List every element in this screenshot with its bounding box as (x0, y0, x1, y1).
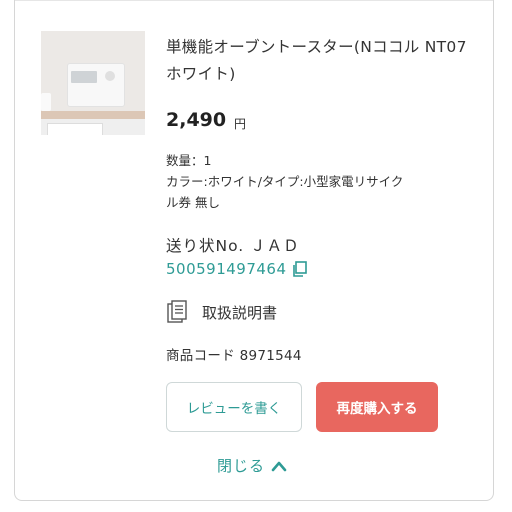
product-details: 数量：1 カラー:ホワイト/タイプ:小型家電リサイク ル券 無し (166, 150, 486, 213)
tracking-row: 500591497464 (166, 260, 309, 278)
manual-link[interactable]: 取扱説明書 (166, 300, 277, 324)
document-icon (167, 300, 187, 323)
close-label: 閉じる (217, 457, 266, 475)
product-image[interactable] (41, 31, 145, 135)
option-line-continued: ル券 無し (166, 195, 220, 210)
write-review-button[interactable]: レビューを書く (166, 382, 302, 432)
tracking-number-link[interactable]: 500591497464 (166, 260, 287, 278)
kettle-shape (41, 93, 51, 111)
tracking-label: 送り状No. ＪＡＤ (166, 237, 300, 255)
toaster-shape (67, 63, 125, 107)
product-title[interactable]: 単機能オーブントースター(Nココル NT07 ホワイト) (166, 34, 476, 88)
option-line: カラー:ホワイト/タイプ:小型家電リサイク (166, 174, 404, 189)
price-currency: 円 (234, 117, 247, 131)
product-code: 商品コード 8971544 (166, 348, 302, 364)
product-price: 2,490 (166, 109, 227, 131)
close-toggle[interactable]: 閉じる (217, 455, 287, 476)
manual-label: 取扱説明書 (202, 303, 278, 322)
quantity-line: 数量：1 (166, 153, 212, 168)
buy-again-button[interactable]: 再度購入する (316, 382, 438, 432)
copy-icon[interactable] (291, 260, 309, 278)
chevron-up-icon (271, 461, 287, 471)
